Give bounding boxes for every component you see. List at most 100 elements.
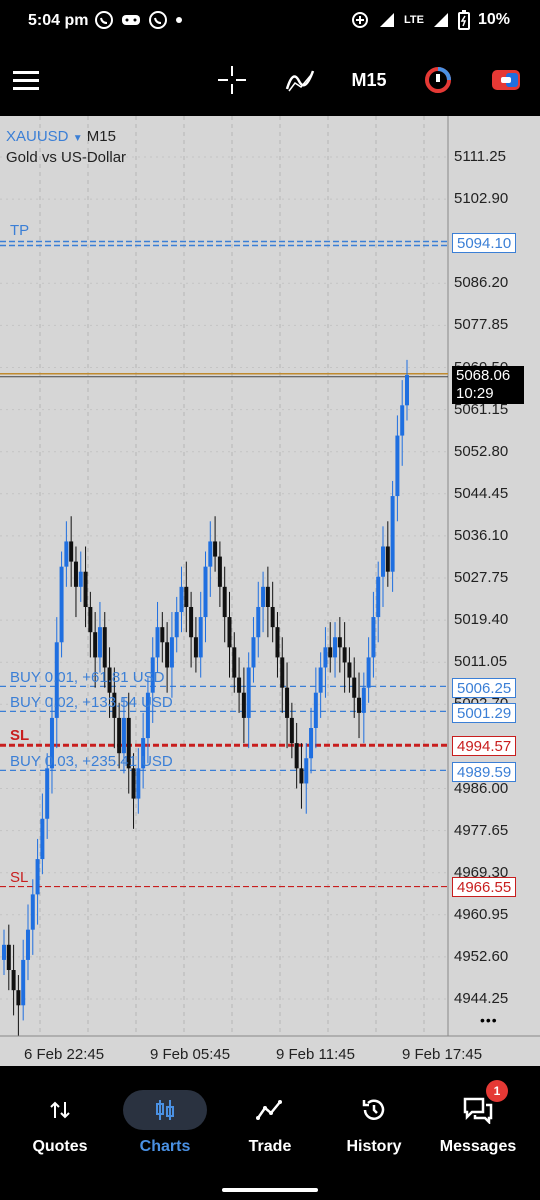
sl-price-tag: 4994.57 [452, 736, 517, 756]
new-order-button[interactable] [488, 60, 524, 100]
chart-canvas[interactable] [0, 116, 540, 1066]
messages-badge: 1 [486, 1080, 508, 1102]
sl-line-label[interactable]: SL [10, 869, 28, 886]
order-price-tag: 4989.59 [452, 762, 517, 782]
candle-body [6, 944, 11, 971]
order-line-label[interactable]: BUY 0.01, +61.81 USD [10, 669, 164, 686]
candle-body [280, 657, 285, 688]
candle-body [73, 561, 78, 587]
candle-body [155, 627, 160, 658]
candle-body [174, 612, 179, 638]
more-options-button[interactable]: ••• [480, 1012, 498, 1028]
system-icons: LTE 10% [350, 10, 510, 30]
candle-body [342, 647, 347, 663]
symbol-name[interactable]: XAUUSD [6, 128, 69, 145]
price-axis-label: 4977.65 [454, 821, 509, 839]
candle-body [232, 647, 237, 678]
candle-body [189, 606, 194, 638]
candle-body [227, 617, 232, 648]
candle-body [45, 768, 50, 819]
candle-body [40, 818, 45, 860]
battery-level: 10% [477, 11, 510, 28]
tp-line-label[interactable]: TP [10, 222, 29, 239]
whatsapp-icon [95, 11, 113, 29]
trade-toggle-icon [492, 70, 520, 90]
nav-charts[interactable]: Charts [115, 1088, 215, 1156]
candle-body [366, 657, 371, 688]
candle-body [165, 642, 170, 668]
candle-body [256, 606, 261, 638]
price-axis-label: 4944.25 [454, 990, 509, 1007]
indicator-icon [285, 70, 315, 92]
home-indicator[interactable] [222, 1188, 318, 1192]
price-axis-label: 5102.90 [454, 190, 509, 208]
nav-label: Quotes [32, 1138, 88, 1155]
price-axis-label: 4960.95 [454, 905, 509, 923]
price-axis-label: 4952.60 [454, 947, 509, 965]
data-saver-icon [352, 12, 368, 28]
candle-body [203, 566, 208, 618]
candle-body [88, 606, 93, 633]
price-axis-label: 5027.75 [454, 569, 509, 586]
one-click-trading-icon [425, 67, 451, 93]
order-price-tag: 5001.29 [452, 703, 517, 723]
indicators-button[interactable] [280, 60, 320, 100]
status-time: 5:04 pm [28, 12, 89, 29]
candle-body [390, 496, 395, 572]
candle-body [30, 894, 35, 930]
time-axis-label: 9 Feb 17:45 [402, 1046, 483, 1063]
candle-body [169, 637, 174, 668]
nav-quotes[interactable]: Quotes [10, 1088, 110, 1156]
candle-body [323, 647, 328, 668]
chart-toolbar: M15 [0, 44, 540, 116]
sort-arrows-icon [50, 1101, 70, 1119]
time-axis-label: 9 Feb 05:45 [150, 1046, 231, 1063]
candle-body [309, 727, 314, 759]
candle-body [328, 647, 333, 658]
nav-trade[interactable]: Trade [220, 1088, 320, 1156]
candle-body [275, 627, 280, 658]
price-axis-label: 5036.10 [454, 526, 509, 544]
price-chart[interactable]: XAUUSD ▼ M15 Gold vs US-Dollar 5111.25 51… [0, 116, 540, 1066]
candle-body [371, 617, 376, 658]
candle-body [381, 546, 386, 577]
candle-body [395, 435, 400, 497]
candle-body [213, 541, 218, 557]
nav-history[interactable]: History [324, 1088, 424, 1156]
tp-price-tag: 5094.10 [452, 233, 517, 253]
candle-body [357, 697, 362, 713]
timeframe-button[interactable]: M15 [346, 60, 392, 100]
price-axis-label: 5011.05 [454, 653, 508, 671]
symbol-header: XAUUSD ▼ M15 Gold vs US-Dollar [6, 128, 126, 166]
chat-bubbles-icon [463, 1097, 493, 1124]
one-click-trading-button[interactable] [420, 60, 456, 100]
candle-body [289, 717, 294, 744]
candle-body [261, 586, 266, 607]
crosshair-icon [218, 66, 246, 94]
candle-body [11, 970, 16, 991]
candle-body [131, 768, 136, 799]
battery-icon [457, 10, 470, 30]
candlestick-icon [156, 1100, 174, 1120]
sl-line-label[interactable]: SL [10, 727, 29, 744]
candle-body [361, 687, 366, 713]
candle-body [222, 586, 227, 618]
nav-messages[interactable]: 1 Messages [428, 1080, 528, 1156]
gamepad-icon [122, 15, 140, 25]
menu-button[interactable] [10, 60, 42, 100]
network-type: LTE [404, 14, 424, 26]
symbol-description: Gold vs US-Dollar [6, 149, 127, 166]
candle-body [352, 677, 357, 698]
order-price-tag: 5006.25 [452, 678, 517, 698]
symbol-dropdown-icon[interactable]: ▼ [73, 133, 83, 144]
candle-body [405, 375, 409, 406]
price-axis-label: 5111.25 [454, 148, 506, 165]
candle-body [59, 566, 64, 643]
candle-body [193, 637, 198, 658]
candle-body [97, 627, 102, 658]
crosshair-button[interactable] [212, 60, 252, 100]
price-axis-label: 5077.85 [454, 316, 509, 334]
order-line-label[interactable]: BUY 0.02, +133.54 USD [10, 694, 173, 711]
order-line-label[interactable]: BUY 0.03, +235.41 USD [10, 753, 173, 770]
signal-icon [380, 13, 394, 27]
